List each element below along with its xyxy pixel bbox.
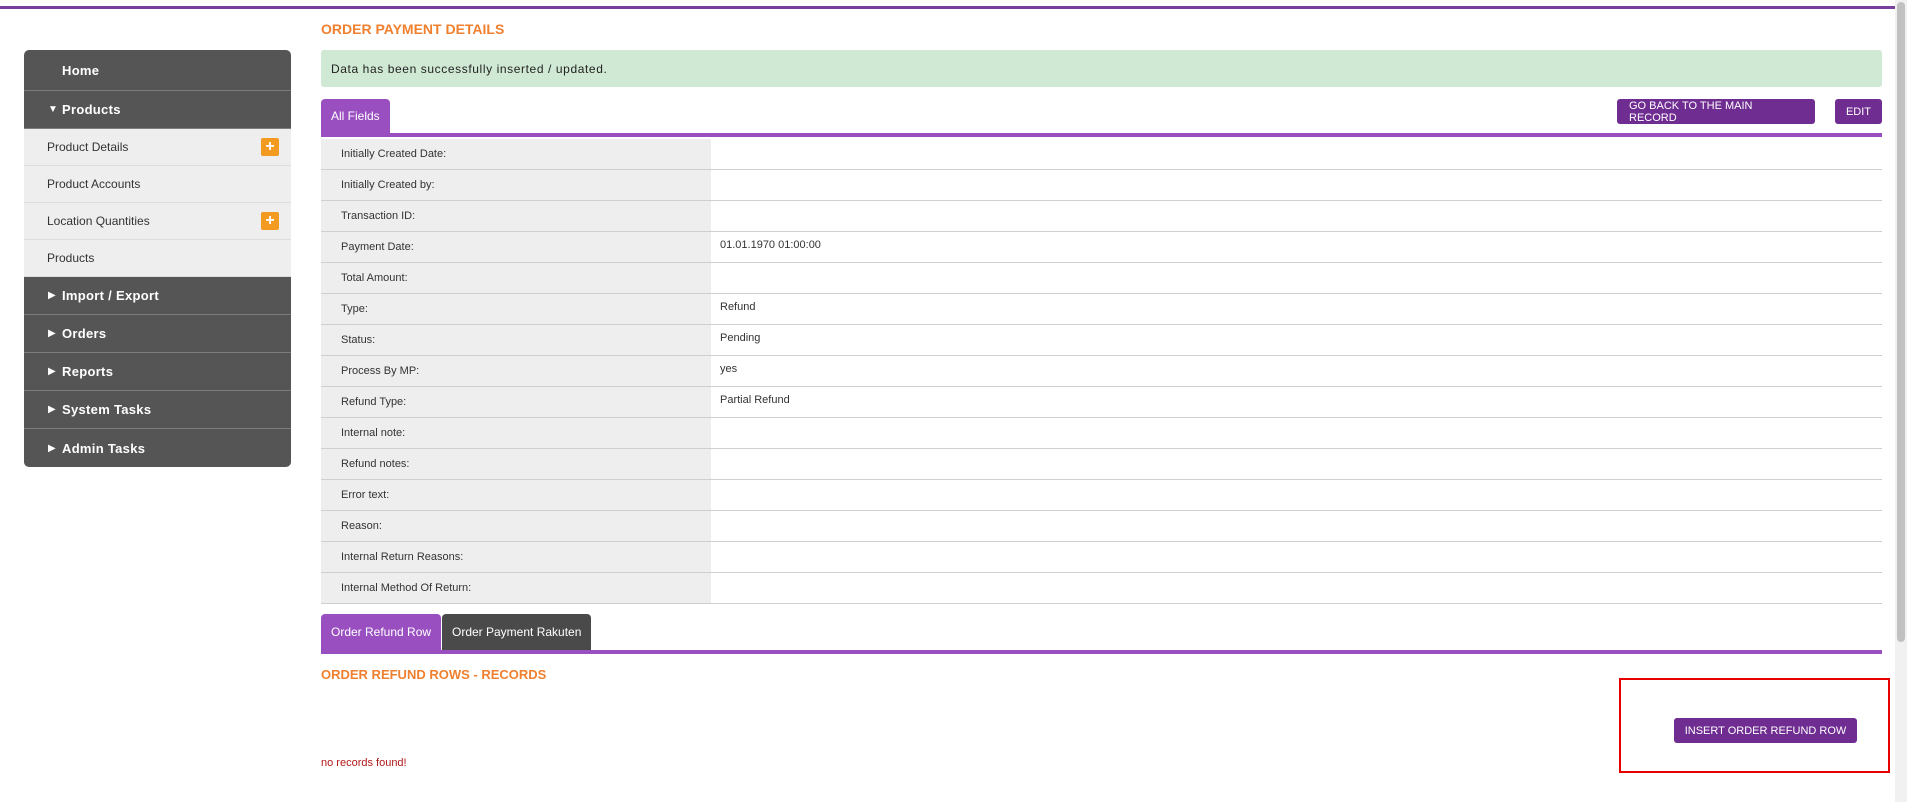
add-location-quantities-button[interactable]: + [261, 212, 279, 230]
sidebar-section-import-export[interactable]: ▶ Import / Export [24, 277, 291, 315]
field-label: Type: [321, 294, 711, 324]
field-value [711, 449, 1882, 479]
field-value: Pending [711, 325, 1882, 355]
sidebar-section-label: Admin Tasks [62, 440, 146, 456]
highlight-box: INSERT ORDER REFUND ROW [1619, 678, 1890, 773]
field-value [711, 201, 1882, 231]
sidebar-item-label: Location Quantities [47, 214, 150, 228]
field-value: 01.01.1970 01:00:00 [711, 232, 1882, 262]
table-row: Internal note: [321, 418, 1882, 449]
insert-order-refund-row-button[interactable]: INSERT ORDER REFUND ROW [1674, 718, 1857, 743]
sidebar-section-label: Orders [62, 326, 107, 341]
triangle-down-icon: ▼ [48, 104, 59, 115]
table-row: Process By MP: yes [321, 356, 1882, 387]
sidebar-home-label: Home [62, 62, 100, 78]
details-tabbar: All Fields GO BACK TO THE MAIN RECORD ED… [321, 99, 1882, 137]
page-title: ORDER PAYMENT DETAILS [321, 21, 505, 37]
add-product-details-button[interactable]: + [261, 138, 279, 156]
field-value [711, 418, 1882, 448]
tab-underline [321, 133, 1882, 137]
tab-all-fields[interactable]: All Fields [321, 99, 390, 133]
go-back-button[interactable]: GO BACK TO THE MAIN RECORD [1617, 99, 1815, 124]
field-label: Payment Date: [321, 232, 711, 262]
sidebar-item-home[interactable]: Home [24, 50, 291, 91]
triangle-right-icon: ▶ [48, 290, 56, 301]
triangle-right-icon: ▶ [48, 328, 56, 339]
field-value [711, 542, 1882, 572]
table-row: Internal Method Of Return: [321, 573, 1882, 604]
sidebar-section-products[interactable]: ▼ Products [24, 91, 291, 129]
field-label: Refund notes: [321, 449, 711, 479]
records-title: ORDER REFUND ROWS - RECORDS [321, 667, 547, 682]
tab-underline [321, 650, 1882, 654]
table-row: Initially Created by: [321, 170, 1882, 201]
sidebar-section-reports[interactable]: ▶ Reports [24, 353, 291, 391]
field-value: Partial Refund [711, 387, 1882, 417]
table-row: Type: Refund [321, 294, 1882, 325]
no-records-message: no records found! [321, 757, 407, 769]
table-row: Payment Date: 01.01.1970 01:00:00 [321, 232, 1882, 263]
success-alert: Data has been successfully inserted / up… [321, 50, 1882, 87]
field-value: yes [711, 356, 1882, 386]
field-label: Internal Method Of Return: [321, 573, 711, 603]
tab-order-payment-rakuten[interactable]: Order Payment Rakuten [442, 614, 592, 650]
field-label: Initially Created by: [321, 170, 711, 200]
table-row: Total Amount: [321, 263, 1882, 294]
field-label: Refund Type: [321, 387, 711, 417]
field-value [711, 263, 1882, 293]
field-label: Initially Created Date: [321, 139, 711, 169]
sidebar-item-label: Products [47, 251, 95, 265]
sidebar-item-product-accounts[interactable]: Product Accounts [24, 166, 291, 203]
sidebar: Home ▼ Products Product Details + Produc… [24, 50, 291, 467]
table-row: Status: Pending [321, 325, 1882, 356]
table-row: Error text: [321, 480, 1882, 511]
table-row: Refund Type: Partial Refund [321, 387, 1882, 418]
field-value [711, 480, 1882, 510]
table-row: Refund notes: [321, 449, 1882, 480]
field-value: Refund [711, 294, 1882, 324]
triangle-right-icon: ▶ [48, 404, 56, 415]
sidebar-item-location-quantities[interactable]: Location Quantities + [24, 203, 291, 240]
sidebar-section-label: Reports [62, 364, 114, 379]
field-value [711, 139, 1882, 169]
table-row: Initially Created Date: [321, 139, 1882, 170]
field-value [711, 170, 1882, 200]
field-label: Total Amount: [321, 263, 711, 293]
field-value [711, 511, 1882, 541]
sidebar-section-orders[interactable]: ▶ Orders [24, 315, 291, 353]
sidebar-section-label: System Tasks [62, 402, 152, 417]
top-accent-bar [0, 6, 1895, 9]
field-label: Internal note: [321, 418, 711, 448]
sidebar-item-label: Product Accounts [47, 177, 141, 191]
table-row: Internal Return Reasons: [321, 542, 1882, 573]
triangle-right-icon: ▶ [48, 366, 56, 377]
related-tabbar: Order Refund Row Order Payment Rakuten [321, 614, 1882, 654]
page-scrollbar[interactable] [1895, 0, 1907, 802]
sidebar-item-products[interactable]: Products [24, 240, 291, 277]
field-label: Process By MP: [321, 356, 711, 386]
sidebar-section-label: Products [62, 102, 121, 117]
sidebar-item-label: Product Details [47, 140, 129, 154]
tab-order-refund-row[interactable]: Order Refund Row [321, 614, 442, 650]
field-label: Transaction ID: [321, 201, 711, 231]
sidebar-section-admin-tasks[interactable]: ▶ Admin Tasks [24, 429, 291, 467]
fields-table: Initially Created Date: Initially Create… [321, 139, 1882, 604]
table-row: Reason: [321, 511, 1882, 542]
sidebar-section-label: Import / Export [62, 288, 159, 303]
scrollbar-thumb[interactable] [1897, 2, 1905, 642]
field-value [711, 573, 1882, 603]
field-label: Internal Return Reasons: [321, 542, 711, 572]
field-label: Status: [321, 325, 711, 355]
field-label: Error text: [321, 480, 711, 510]
sidebar-item-product-details[interactable]: Product Details + [24, 129, 291, 166]
field-label: Reason: [321, 511, 711, 541]
sidebar-section-system-tasks[interactable]: ▶ System Tasks [24, 391, 291, 429]
edit-button[interactable]: EDIT [1835, 99, 1882, 124]
table-row: Transaction ID: [321, 201, 1882, 232]
triangle-right-icon: ▶ [48, 442, 56, 454]
